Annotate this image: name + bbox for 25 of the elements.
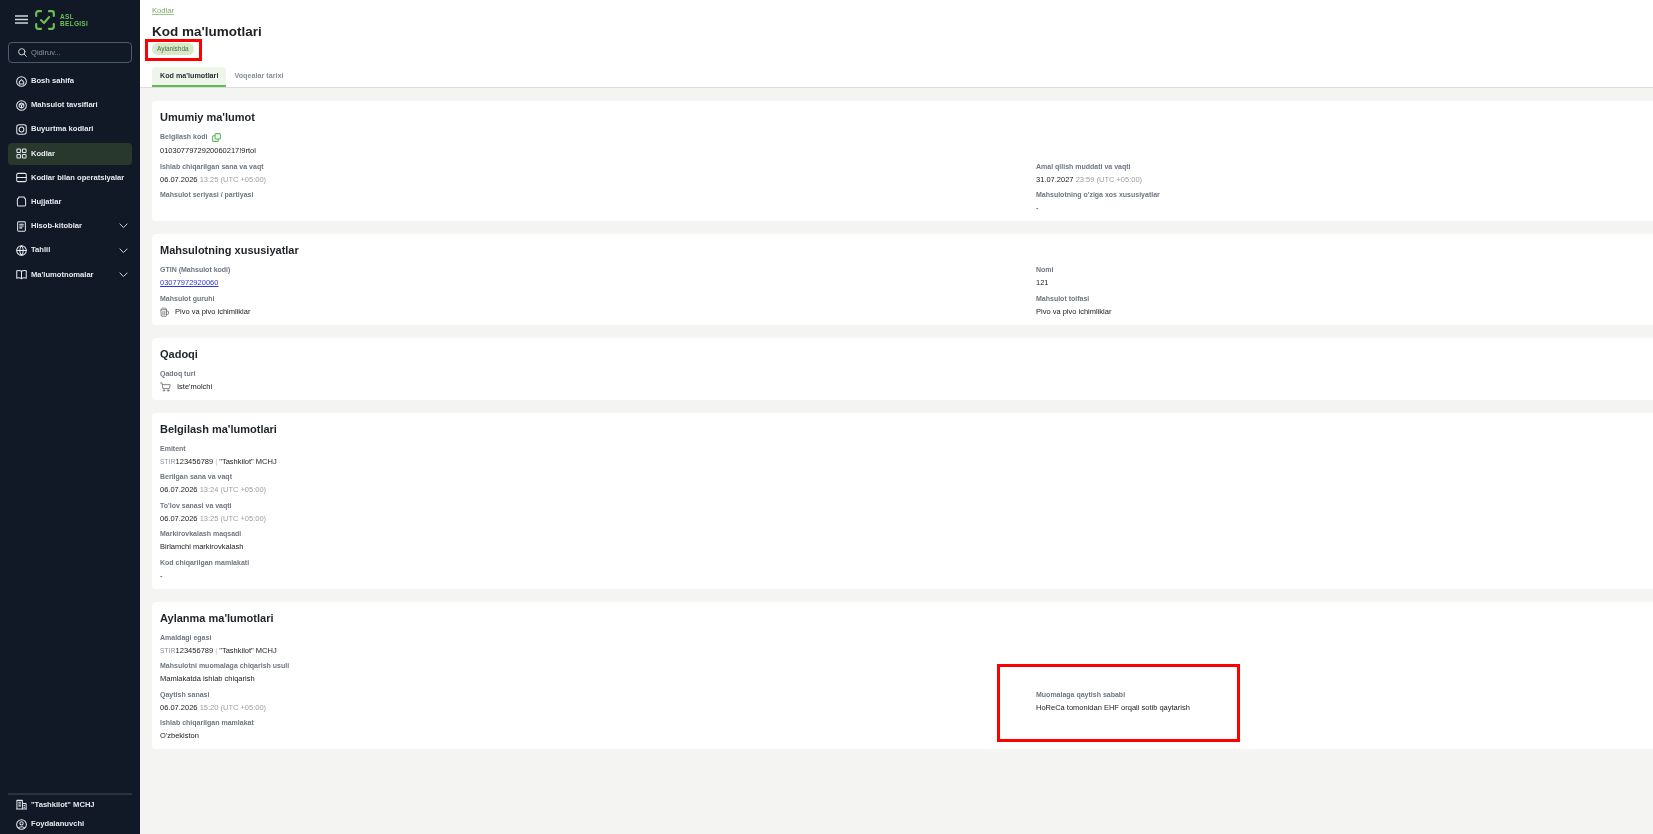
card-title: Umumiy ma'lumot [160, 110, 256, 124]
search-icon [18, 48, 27, 57]
page-title: Kod ma'lumotlari [152, 23, 263, 41]
home-icon [16, 75, 27, 87]
chevron-icon[interactable] [119, 223, 128, 229]
framed-circle-icon [16, 123, 27, 135]
split-rectangle-icon [16, 172, 27, 184]
book-icon [16, 269, 27, 280]
mug-icon [160, 306, 169, 317]
card-title: Mahsulotning xususiyatlar [160, 243, 300, 257]
grid-icon [16, 148, 27, 160]
receipt-icon [16, 220, 27, 232]
card-title: Aylanma ma'lumotlari [160, 610, 275, 625]
logo-icon [35, 9, 55, 30]
card-title: Belgilash ma'lumotlari [160, 421, 278, 436]
chevron-icon[interactable] [119, 271, 128, 278]
user-icon [16, 818, 27, 830]
cart-icon [160, 381, 171, 392]
cube-icon [16, 99, 27, 111]
globe-icon [16, 244, 27, 256]
menu-icon[interactable] [15, 15, 28, 24]
jar-icon [16, 196, 27, 208]
chevron-icon[interactable] [119, 247, 128, 254]
card-title: Qadoqi [160, 346, 199, 361]
building-icon [16, 799, 27, 811]
